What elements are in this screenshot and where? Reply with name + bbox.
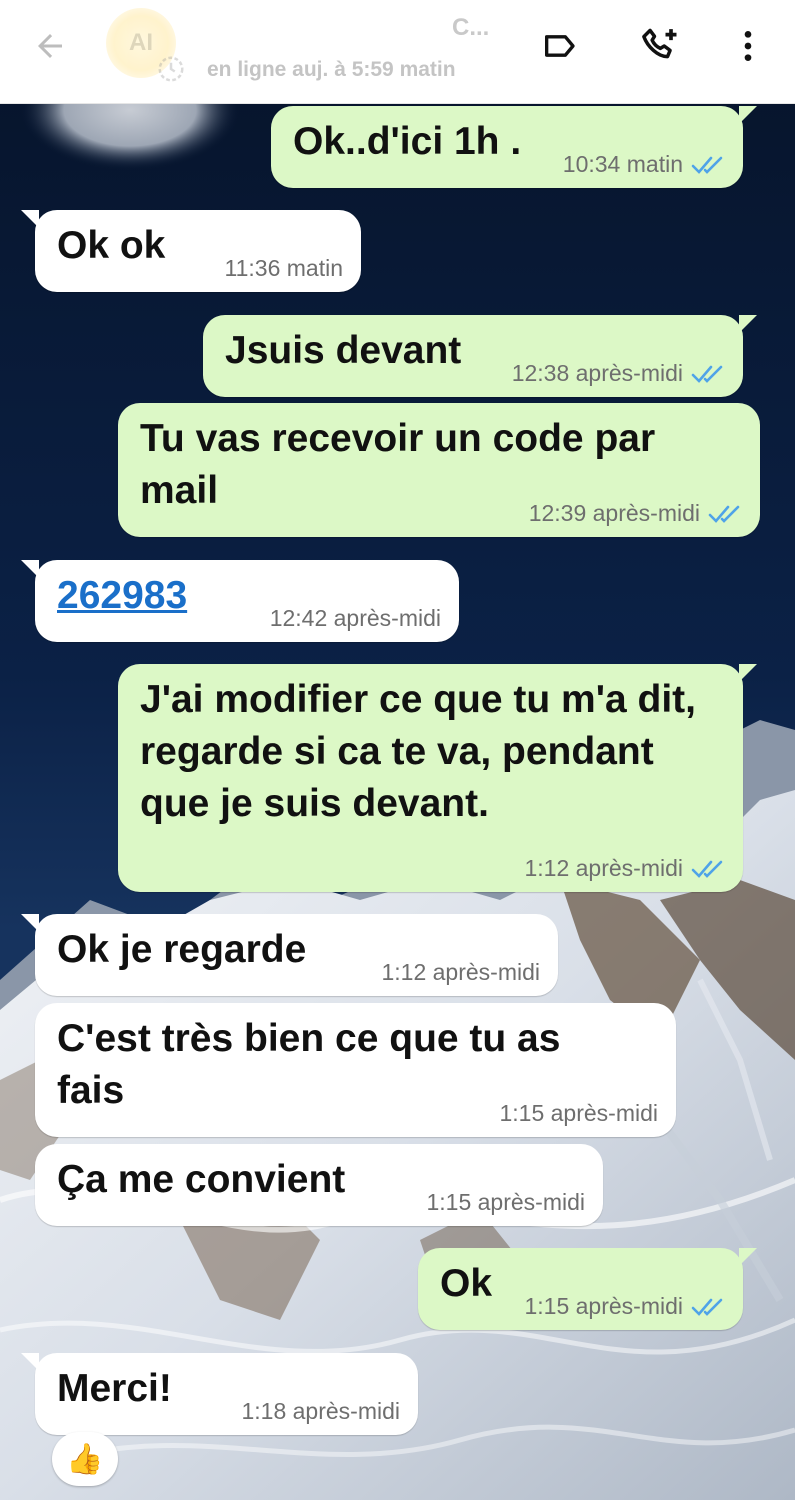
reaction-badge[interactable]: 👍: [52, 1432, 118, 1486]
message-time: 1:12 après-midi: [524, 855, 683, 881]
contact-name[interactable]: C...: [452, 14, 489, 42]
message-bubble-incoming[interactable]: Merci! 1:18 après-midi: [21, 1353, 418, 1435]
message-list[interactable]: Ok..d'ici 1h . 10:34 matin Ok ok 11:36 m…: [0, 104, 795, 1500]
message-time: 12:38 après-midi: [511, 360, 683, 386]
timer-icon: [158, 56, 184, 82]
message-bubble-outgoing[interactable]: Ok 1:15 après-midi: [418, 1248, 757, 1330]
message-time: 10:34 matin: [562, 151, 683, 177]
message-bubble-incoming[interactable]: Ok je regarde 1:12 après-midi: [21, 914, 558, 996]
message-bubble-incoming[interactable]: 262983 12:42 après-midi: [21, 560, 459, 642]
message-meta: 1:15 après-midi: [524, 1293, 725, 1320]
message-bubble-incoming[interactable]: Ça me convient 1:15 après-midi: [35, 1144, 603, 1226]
message-time: 12:42 après-midi: [269, 605, 441, 631]
avatar-initials: AI: [129, 29, 153, 56]
message-time: 1:15 après-midi: [524, 1293, 683, 1319]
message-meta: 11:36 matin: [225, 255, 343, 282]
message-meta: 12:42 après-midi: [270, 605, 441, 632]
message-meta: 1:18 après-midi: [241, 1398, 400, 1425]
message-time: 12:39 après-midi: [528, 500, 700, 526]
read-ticks-icon: [691, 365, 723, 383]
message-bubble-outgoing[interactable]: Ok..d'ici 1h . 10:34 matin: [271, 106, 757, 188]
more-vertical-icon: [744, 31, 752, 61]
message-time: 1:15 après-midi: [426, 1189, 585, 1215]
label-tag-icon: [545, 35, 575, 57]
read-ticks-icon: [691, 860, 723, 878]
message-meta: 12:38 après-midi: [512, 360, 725, 387]
message-time: 1:12 après-midi: [381, 959, 540, 985]
message-meta: 1:15 après-midi: [426, 1189, 585, 1216]
last-seen-status: en ligne auj. à 5:59 matin: [207, 58, 456, 81]
read-ticks-icon: [691, 156, 723, 174]
message-bubble-incoming[interactable]: C'est très bien ce que tu as fais 1:15 a…: [35, 1003, 676, 1137]
message-bubble-outgoing[interactable]: J'ai modifier ce que tu m'a dit, regarde…: [118, 664, 757, 892]
message-time: 1:15 après-midi: [499, 1100, 658, 1126]
message-meta: 12:39 après-midi: [529, 500, 742, 527]
phone-add-icon: [642, 28, 677, 59]
message-text: J'ai modifier ce que tu m'a dit, regarde…: [140, 678, 696, 825]
arrow-left-icon: [38, 34, 62, 58]
message-meta: 1:15 après-midi: [499, 1100, 658, 1127]
read-ticks-icon: [691, 1298, 723, 1316]
thumbs-up-icon: 👍: [66, 1442, 104, 1476]
menu-button[interactable]: [724, 22, 772, 70]
message-bubble-incoming[interactable]: Ok ok 11:36 matin: [21, 210, 361, 292]
back-button[interactable]: [26, 22, 74, 70]
label-button[interactable]: [536, 22, 584, 70]
message-time: 11:36 matin: [224, 255, 343, 281]
call-add-button[interactable]: [636, 22, 684, 70]
message-bubble-outgoing[interactable]: Jsuis devant 12:38 après-midi: [203, 315, 757, 397]
message-meta: 1:12 après-midi: [524, 855, 725, 882]
message-bubble-outgoing[interactable]: Tu vas recevoir un code par mail 12:39 a…: [118, 403, 760, 537]
message-meta: 1:12 après-midi: [381, 959, 540, 986]
message-time: 1:18 après-midi: [241, 1398, 400, 1424]
read-ticks-icon: [708, 505, 740, 523]
message-meta: 10:34 matin: [563, 151, 725, 178]
chat-header: AI C... en ligne auj. à 5:59 matin: [0, 0, 795, 104]
